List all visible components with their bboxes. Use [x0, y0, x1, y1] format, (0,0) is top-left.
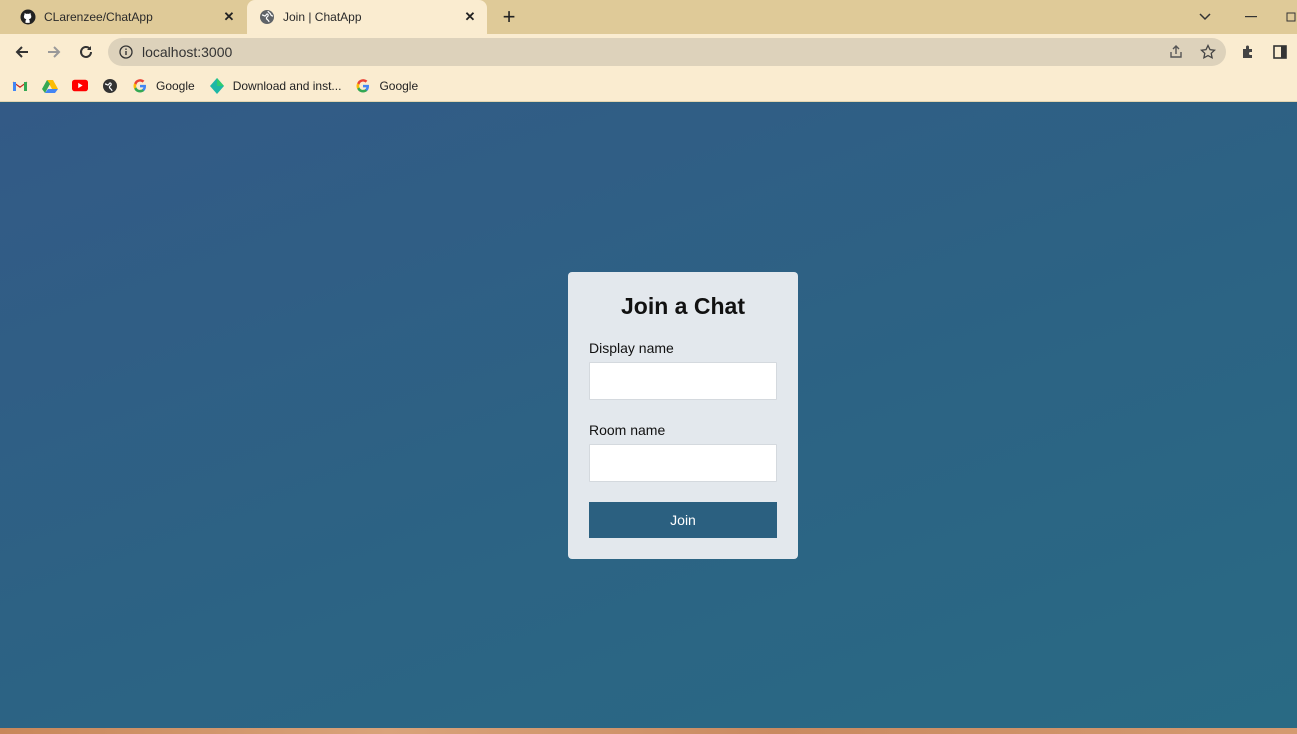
google-drive-icon [42, 78, 58, 94]
tab-search-icon[interactable] [1193, 5, 1217, 29]
room-name-label: Room name [589, 422, 666, 438]
display-name-label: Display name [589, 340, 674, 356]
bookmark-google-1[interactable]: Google [132, 74, 195, 98]
join-button[interactable]: Join [589, 502, 777, 538]
bookmark-drive[interactable] [42, 74, 58, 98]
display-name-field[interactable] [589, 362, 777, 400]
bookmark-label: Download and inst... [232, 78, 342, 93]
address-text: localhost:3000 [142, 44, 233, 60]
gmail-icon [12, 78, 28, 94]
globe-icon [102, 78, 118, 94]
new-tab-button[interactable]: + [497, 5, 521, 29]
close-icon[interactable]: ✕ [218, 6, 240, 28]
join-chat-card: Join a Chat Display name Room name Join [568, 272, 798, 559]
tab-github-chatapp[interactable]: CLarenzee/ChatApp ✕ [8, 0, 246, 34]
side-panel-icon[interactable] [1266, 38, 1294, 66]
close-icon[interactable]: ✕ [459, 6, 481, 28]
taskbar-strip [0, 728, 1297, 734]
bookmark-download[interactable]: Download and inst... [209, 74, 342, 98]
bookmark-label: Google [379, 78, 419, 93]
github-icon [20, 9, 36, 25]
address-bar[interactable]: localhost:3000 [108, 38, 1226, 66]
bookmark-youtube[interactable] [72, 74, 88, 98]
diamond-icon [209, 77, 225, 94]
maximize-icon[interactable] [1285, 5, 1297, 29]
reload-icon[interactable] [72, 38, 100, 66]
bookmark-gmail[interactable] [12, 74, 28, 98]
info-icon[interactable] [118, 44, 134, 60]
globe-icon [259, 9, 275, 25]
share-icon[interactable] [1162, 38, 1190, 66]
bookmark-google-2[interactable]: Google [355, 74, 418, 98]
star-icon[interactable] [1194, 38, 1222, 66]
room-name-field[interactable] [589, 444, 777, 482]
tab-title: Join | ChatApp [283, 10, 362, 24]
youtube-icon [72, 78, 88, 94]
tab-title: CLarenzee/ChatApp [44, 10, 153, 24]
bookmarks-bar: Google Download and inst... Google [0, 70, 1297, 102]
google-icon [132, 78, 148, 94]
forward-arrow-icon[interactable] [40, 38, 68, 66]
bookmark-label: Google [156, 78, 195, 93]
bookmark-globe[interactable] [102, 74, 118, 98]
back-arrow-icon[interactable] [8, 38, 36, 66]
browser-toolbar: localhost:3000 [0, 34, 1297, 70]
tab-join-chatapp[interactable]: Join | ChatApp ✕ [247, 0, 487, 34]
google-icon [355, 78, 371, 94]
page-title: Join a Chat [621, 293, 745, 319]
extensions-icon[interactable] [1234, 38, 1262, 66]
tab-bar: CLarenzee/ChatApp ✕ Join | ChatApp ✕ + [0, 0, 1297, 34]
minimize-icon[interactable] [1239, 5, 1263, 29]
